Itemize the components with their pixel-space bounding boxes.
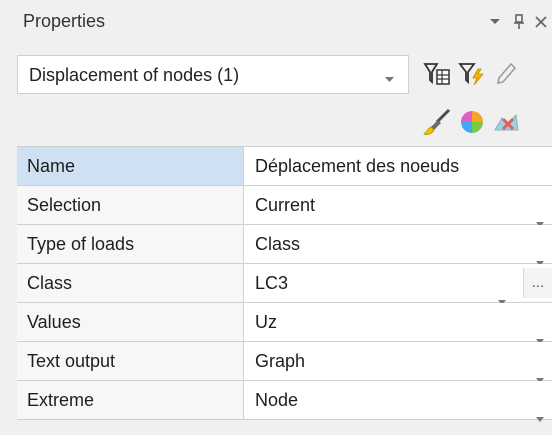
browse-button[interactable]: ... [523,268,552,298]
property-name: Type of loads [17,225,244,263]
remove-icon[interactable] [490,106,522,138]
property-name: Values [17,303,244,341]
property-value-text: Class [255,234,301,254]
table-row[interactable]: Selection Current [17,186,552,227]
property-value[interactable]: Graph [244,342,552,383]
pin-icon[interactable] [509,12,529,32]
dropdown-arrow-icon[interactable] [536,397,544,435]
pie-chart-icon[interactable] [456,106,488,138]
table-row[interactable]: Text output Graph [17,342,552,383]
property-value[interactable]: Node [244,381,552,422]
filter-table-icon[interactable] [421,58,453,90]
brush-icon[interactable] [421,106,453,138]
property-value-text: Graph [255,351,306,371]
property-name: Selection [17,186,244,224]
panel-titlebar: Properties [0,0,552,46]
table-row[interactable]: Class LC3 ... [17,264,552,305]
panel-title: Properties [23,11,106,31]
close-icon[interactable] [531,12,551,32]
table-row[interactable]: Extreme Node [17,381,552,422]
property-name: Extreme [17,381,244,419]
property-name: Text output [17,342,244,380]
property-value-text: Uz [255,312,277,332]
properties-header-row: Name Déplacement des noeuds [17,147,552,186]
property-value-text: Current [255,195,316,215]
result-dropdown-value: Displacement of nodes (1) [29,65,240,85]
property-value[interactable]: Current [244,186,552,227]
table-row[interactable]: Type of loads Class [17,225,552,266]
property-value-text: Node [255,390,299,410]
property-value[interactable]: LC3 ... [244,264,552,305]
header-name-label: Name [17,147,244,185]
header-value[interactable]: Déplacement des noeuds [244,147,552,185]
property-value-text: LC3 [255,273,289,293]
table-row[interactable]: Values Uz [17,303,552,344]
property-value[interactable]: Uz [244,303,552,344]
chevron-down-icon[interactable] [485,12,505,32]
result-dropdown[interactable]: Displacement of nodes (1) [17,55,409,94]
property-value[interactable]: Class [244,225,552,266]
properties-grid: Name Déplacement des noeuds Selection Cu… [17,146,552,422]
pencil-icon[interactable] [490,58,522,90]
property-name: Class [17,264,244,302]
filter-lightning-icon[interactable] [456,58,488,90]
dropdown-arrow-icon [385,70,394,88]
